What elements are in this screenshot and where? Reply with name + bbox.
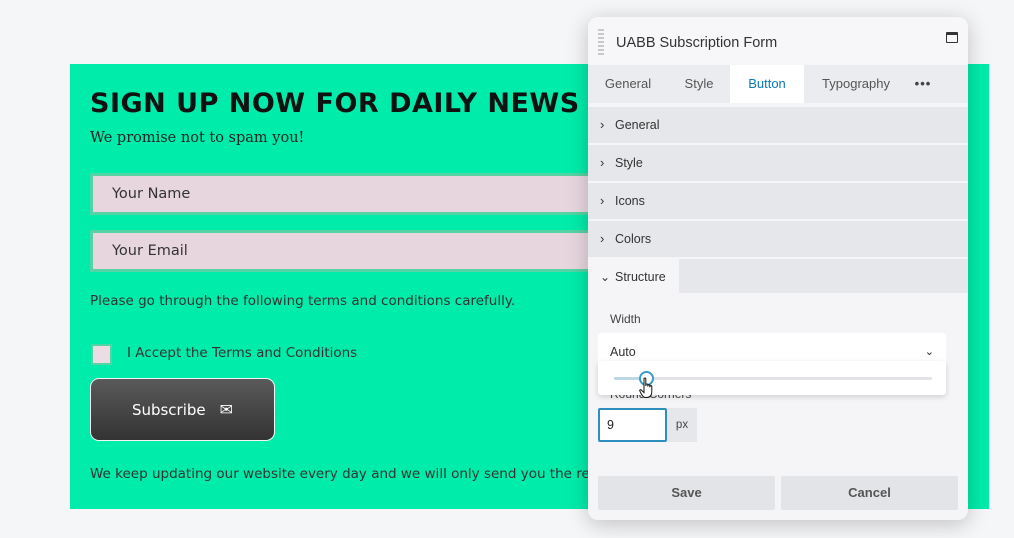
name-input[interactable]: Your Name [90,173,610,215]
maximize-icon[interactable] [946,32,958,43]
form-title: SIGN UP NOW FOR DAILY NEWS [90,88,580,119]
chevron-right-icon: › [600,155,605,170]
hand-pointer-icon [639,377,653,398]
section-style-label: Style [615,156,643,170]
more-tabs-icon[interactable]: ••• [908,65,938,103]
round-corners-unit: px [667,408,697,442]
save-button[interactable]: Save [598,476,775,510]
tab-typography[interactable]: Typography [804,65,908,103]
width-label: Width [610,312,641,326]
round-corners-input[interactable]: 9 [598,408,667,442]
settings-panel: UABB Subscription Form General Style But… [588,17,968,520]
chevron-right-icon: › [600,231,605,246]
chevron-right-icon: › [600,117,605,132]
section-icons[interactable]: › Icons [588,183,968,219]
slider-track[interactable] [614,377,932,380]
cancel-button[interactable]: Cancel [781,476,958,510]
section-colors[interactable]: › Colors [588,221,968,257]
drag-handle-icon[interactable] [598,29,604,55]
chevron-down-icon: ⌄ [600,270,611,284]
tab-button[interactable]: Button [730,65,804,103]
section-icons-label: Icons [615,194,645,208]
form-subtitle: We promise not to spam you! [90,130,305,146]
panel-header[interactable]: UABB Subscription Form [588,17,968,65]
chevron-right-icon: › [600,193,605,208]
section-colors-label: Colors [615,232,652,246]
width-select-value: Auto [610,345,636,359]
section-general[interactable]: › General [588,107,968,143]
section-structure[interactable]: ⌄ Structure [588,259,679,293]
panel-title: UABB Subscription Form [616,35,778,51]
email-input[interactable]: Your Email [90,230,610,272]
envelope-icon: ✉ [219,400,234,419]
terms-checkbox-label[interactable]: I Accept the Terms and Conditions [127,345,357,361]
tab-general[interactable]: General [588,65,668,103]
subscribe-button-label: Subscribe [131,400,206,419]
terms-text: Please go through the following terms an… [90,293,516,309]
section-style[interactable]: › Style [588,145,968,181]
terms-checkbox[interactable] [91,344,112,365]
panel-tabs: General Style Button Typography ••• [588,65,968,103]
section-structure-label: Structure [615,270,666,284]
section-general-label: General [615,118,660,132]
subscribe-button[interactable]: Subscribe ✉ [90,378,275,441]
tab-style[interactable]: Style [668,65,730,103]
footer-text: We keep updating our website every day a… [90,466,590,482]
